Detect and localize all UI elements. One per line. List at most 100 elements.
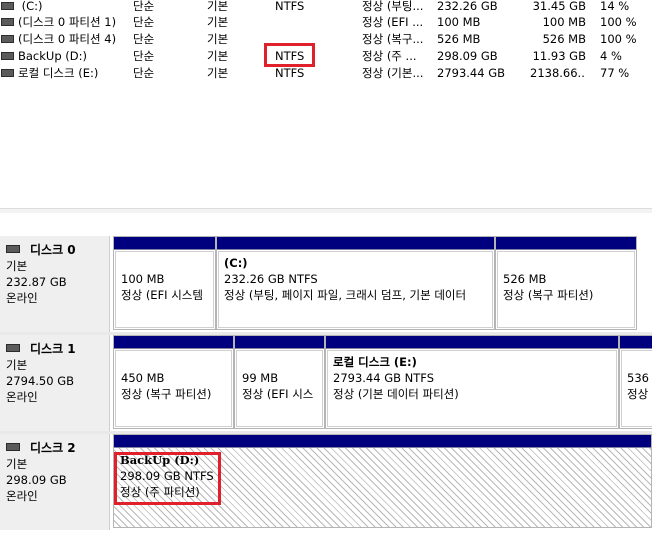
partition-status: 정상 (복구 파티션) xyxy=(503,288,594,302)
volume-type: 기본 xyxy=(207,66,229,80)
partition-size: 2793.44 GB NTFS xyxy=(333,371,435,385)
volume-free: 526 MB xyxy=(542,32,586,46)
disk-row-0: 디스크 0 기본 232.87 GB 온라인 100 MB 정상 (EFI 시스… xyxy=(0,236,652,332)
disk-map: 디스크 0 기본 232.87 GB 온라인 100 MB 정상 (EFI 시스… xyxy=(0,213,652,533)
partition-bar xyxy=(620,336,652,349)
disk-size: 232.87 GB xyxy=(6,275,67,289)
disk-state: 온라인 xyxy=(6,489,38,503)
volume-fs: NTFS xyxy=(275,0,305,13)
disk-type: 기본 xyxy=(6,457,28,471)
partition-bar xyxy=(217,237,494,250)
volume-layout: 단순 xyxy=(133,15,155,29)
volume-name: (디스크 0 파티션 4) xyxy=(18,32,117,46)
partition-bar xyxy=(496,237,636,250)
volume-row-backup-d[interactable]: BackUp (D:) 단순 기본 NTFS 정상 (주 ... 298.09 … xyxy=(0,48,652,64)
volume-type: 기본 xyxy=(207,15,229,29)
volume-free-pct: 77 % xyxy=(600,66,630,80)
volume-row-disk0-part4[interactable]: (디스크 0 파티션 4) 단순 기본 정상 (복구... 526 MB 526… xyxy=(0,31,652,47)
partition[interactable]: 450 MB 정상 (복구 파티션) xyxy=(113,335,234,429)
volume-row-local-e[interactable]: 로컬 디스크 (E:) 단순 기본 NTFS 정상 (기본... 2793.44… xyxy=(0,65,652,81)
volume-type: 기본 xyxy=(207,32,229,46)
disk-state: 온라인 xyxy=(6,291,38,305)
partition-status: 정상 (EFI 시스 xyxy=(242,387,314,401)
partition-size: 450 MB xyxy=(121,371,165,385)
disk-size: 2794.50 GB xyxy=(6,374,75,388)
partition-size: 536 xyxy=(627,371,649,385)
volume-status: 정상 (복구... xyxy=(362,32,424,46)
volume-status: 정상 (EFI ... xyxy=(362,15,424,29)
volume-status: 정상 (부팅... xyxy=(362,0,424,13)
partition-c[interactable]: (C:) 232.26 GB NTFS 정상 (부팅, 페이지 파일, 크래시 … xyxy=(216,236,495,330)
disk-row-1: 디스크 1 기본 2794.50 GB 온라인 450 MB 정상 (복구 파티… xyxy=(0,335,652,431)
partition[interactable]: 526 MB 정상 (복구 파티션) xyxy=(495,236,637,330)
volume-row-c[interactable]: (C:) 단순 기본 NTFS 정상 (부팅... 232.26 GB 31.4… xyxy=(0,0,652,14)
partition-status: 정상 (복구 파티션) xyxy=(121,387,212,401)
disk-icon xyxy=(6,245,20,253)
partition-status: 정상 (기본 데이터 파티션) xyxy=(333,387,459,401)
partition-title: 로컬 디스크 (E:) xyxy=(333,355,417,369)
partition-e[interactable]: 로컬 디스크 (E:) 2793.44 GB NTFS 정상 (기본 데이터 파… xyxy=(325,335,619,429)
volume-capacity: 298.09 GB xyxy=(437,49,498,63)
volume-type: 기본 xyxy=(207,49,229,63)
partition[interactable]: 99 MB 정상 (EFI 시스 xyxy=(234,335,325,429)
volume-icon xyxy=(1,18,14,26)
volume-free-pct: 4 % xyxy=(600,49,622,63)
disk-label[interactable]: 디스크 0 기본 232.87 GB 온라인 xyxy=(0,236,110,332)
volume-name: 로컬 디스크 (E:) xyxy=(18,66,99,80)
volume-layout: 단순 xyxy=(133,32,155,46)
disk-name: 디스크 0 xyxy=(30,242,76,257)
partition-size: 100 MB xyxy=(121,272,165,286)
disk-icon xyxy=(6,443,20,451)
partition-bar xyxy=(326,336,618,349)
disk-name: 디스크 1 xyxy=(30,341,76,356)
partition-size: 526 MB xyxy=(503,272,547,286)
partition-status: 정상 (부팅, 페이지 파일, 크래시 덤프, 기본 데이터 xyxy=(224,288,467,302)
partition-status: 정상 xyxy=(627,387,649,401)
volume-row-disk0-part1[interactable]: (디스크 0 파티션 1) 단순 기본 정상 (EFI ... 100 MB 1… xyxy=(0,14,652,30)
volume-capacity: 2793.44 GB xyxy=(437,66,506,80)
partition[interactable]: 536 정상 xyxy=(619,335,652,429)
volume-free-pct: 100 % xyxy=(600,32,637,46)
disk-label[interactable]: 디스크 1 기본 2794.50 GB 온라인 xyxy=(0,335,110,431)
volume-capacity: 232.26 GB xyxy=(437,0,498,13)
volume-status: 정상 (주 ... xyxy=(362,49,417,63)
disk-label[interactable]: 디스크 2 기본 298.09 GB 온라인 xyxy=(0,434,110,530)
volume-name: BackUp (D:) xyxy=(18,49,87,63)
disk-type: 기본 xyxy=(6,259,28,273)
partition-size: 232.26 GB NTFS xyxy=(224,272,318,286)
partition[interactable]: 100 MB 정상 (EFI 시스템 xyxy=(113,236,216,330)
volume-fs: NTFS xyxy=(275,66,305,80)
volume-list: (C:) 단순 기본 NTFS 정상 (부팅... 232.26 GB 31.4… xyxy=(0,0,652,208)
volume-free-pct: 14 % xyxy=(600,0,630,13)
volume-free-pct: 100 % xyxy=(600,15,637,29)
disk-state: 온라인 xyxy=(6,390,38,404)
volume-free: 11.93 GB xyxy=(532,49,586,63)
volume-free: 31.45 GB xyxy=(532,0,586,13)
partition-title: (C:) xyxy=(224,256,248,270)
highlight-box-partition xyxy=(114,452,221,505)
partition-bar xyxy=(114,336,233,349)
disk-name: 디스크 2 xyxy=(30,440,76,455)
disk-row-2: 디스크 2 기본 298.09 GB 온라인 BackUp (D:) 298.0… xyxy=(0,434,652,530)
volume-type: 기본 xyxy=(207,0,229,13)
volume-name: (C:) xyxy=(21,0,43,13)
partition-size: 99 MB xyxy=(242,371,279,385)
volume-icon xyxy=(1,52,14,60)
highlight-box-fs xyxy=(264,43,315,67)
volume-capacity: 526 MB xyxy=(437,32,481,46)
partition-bar xyxy=(114,237,215,250)
disk-size: 298.09 GB xyxy=(6,473,67,487)
partition-bar xyxy=(114,435,651,448)
volume-name: (디스크 0 파티션 1) xyxy=(18,15,117,29)
partition-status: 정상 (EFI 시스템 xyxy=(121,288,203,302)
volume-icon xyxy=(1,35,14,43)
volume-icon xyxy=(1,2,14,10)
volume-icon xyxy=(1,69,14,77)
volume-capacity: 100 MB xyxy=(437,15,481,29)
volume-layout: 단순 xyxy=(133,66,155,80)
volume-layout: 단순 xyxy=(133,0,155,13)
disk-type: 기본 xyxy=(6,358,28,372)
volume-free: 100 MB xyxy=(542,15,586,29)
disk-icon xyxy=(6,344,20,352)
volume-status: 정상 (기본... xyxy=(362,66,424,80)
